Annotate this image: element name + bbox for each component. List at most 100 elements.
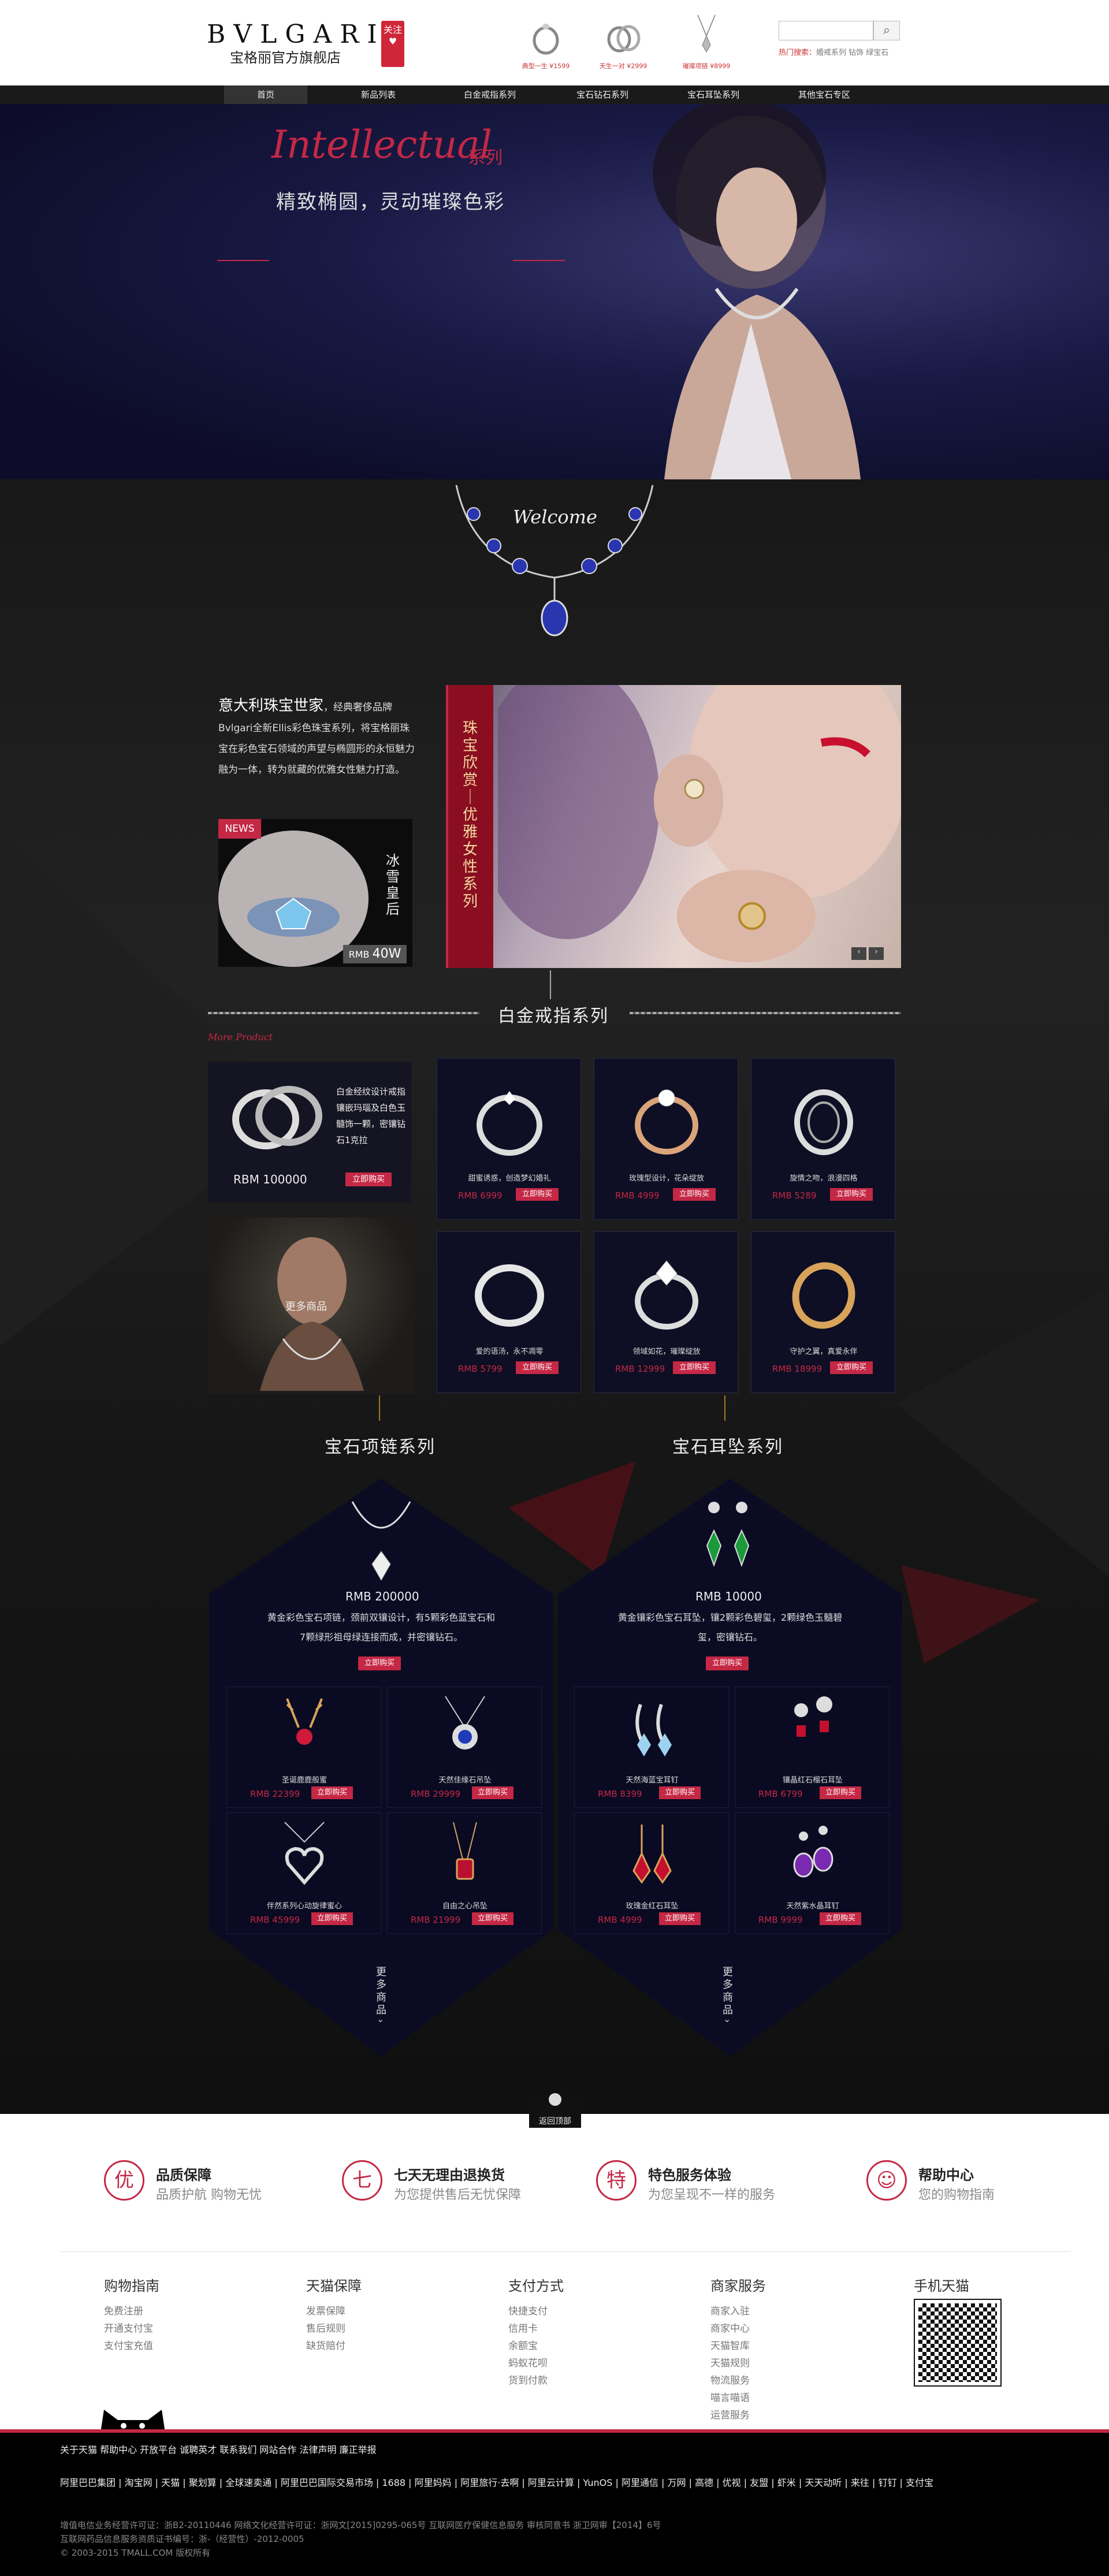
ring-card[interactable]: 旋情之吻，浪漫四格 RMB 5289 立即购买 (751, 1058, 895, 1220)
hero-series-word: 系列 (468, 148, 503, 168)
follow-label: 关注 (383, 24, 402, 35)
necklace-card[interactable]: 自由之心吊坠 RMB 21999 立即购买 (387, 1812, 542, 1934)
ring-buy-button[interactable]: 立即购买 (673, 1361, 716, 1374)
earring-card[interactable]: 镶晶红石榴石耳坠 RMB 6799 立即购买 (735, 1687, 890, 1808)
ring-buy-button[interactable]: 立即购买 (830, 1188, 873, 1201)
more-goods-link[interactable]: 更多商品 (285, 1298, 327, 1313)
footer-link[interactable]: 快捷支付 (508, 2303, 647, 2320)
footer-link[interactable]: 支付宝充值 (104, 2337, 243, 2355)
search-input[interactable] (779, 21, 873, 40)
chevron-down-icon[interactable]: ⌄ (377, 2013, 384, 2024)
search-button[interactable]: ⌕ (873, 21, 900, 40)
necklace-buy-button[interactable]: 立即购买 (472, 1786, 513, 1799)
footer-link[interactable]: 发票保障 (306, 2303, 445, 2320)
model-silhouette (653, 104, 861, 479)
header-product-2[interactable]: 天生一对 ¥2999 (597, 13, 649, 70)
nav-gem-diamond[interactable]: 宝石钻石系列 (559, 85, 646, 104)
nav-other-gems[interactable]: 其他宝石专区 (781, 85, 868, 104)
ring-card[interactable]: 爱的语汤，永不凋零 RMB 5799 立即购买 (437, 1231, 581, 1393)
necklace-desc: 天然佳缘石吊坠 (438, 1776, 492, 1785)
footer-link[interactable]: 商家入驻 (710, 2303, 849, 2320)
earring-card[interactable]: 天然紫水晶耳钉 RMB 9999 立即购买 (735, 1812, 890, 1934)
ring-buy-button[interactable]: 立即购买 (830, 1361, 873, 1374)
ring-section-title: 白金戒指系列 (498, 1006, 609, 1026)
footer-link[interactable]: 天猫规则 (710, 2355, 849, 2372)
earring-feature-buy-button[interactable]: 立即购买 (706, 1656, 749, 1670)
footer-links[interactable]: 关于天猫 帮助中心 开放平台 诚聘英才 联系我们 网站合作 法律声明 廉正举报 (60, 2442, 377, 2456)
footer-link[interactable]: 货到付款 (508, 2372, 647, 2389)
nav-platinum-rings[interactable]: 白金戒指系列 (446, 85, 533, 104)
header-product-3[interactable]: 璀璨项链 ¥8999 (680, 13, 732, 70)
footer-licenses: 增值电信业务经营许可证：浙B2-20110446 网络文化经营许可证：浙网文[2… (60, 2518, 661, 2560)
qr-code[interactable] (914, 2299, 1002, 2387)
nav-home[interactable]: 首页 (224, 85, 307, 104)
earring-buy-button[interactable]: 立即购买 (659, 1912, 701, 1925)
footer-link[interactable]: 喵言喵语 (710, 2389, 849, 2407)
pendant-image (453, 1822, 477, 1880)
footer-link[interactable]: 运营服务 (710, 2407, 849, 2424)
necklace-card[interactable]: 圣诞鹿鹿般蜜 RMB 22399 立即购买 (226, 1687, 381, 1808)
necklace-buy-button[interactable]: 立即购买 (311, 1912, 353, 1925)
footer-link[interactable]: 天猫智库 (710, 2337, 849, 2355)
footer-partners[interactable]: 阿里巴巴集团 | 淘宝网 | 天猫 | 聚划算 | 全球速卖通 | 阿里巴巴国际… (60, 2474, 1077, 2492)
hero-banner[interactable] (0, 104, 1109, 479)
news-tag: NEWS (218, 819, 261, 839)
ring-desc: 甜蜜诱惑，创造梦幻婚礼 (468, 1174, 551, 1183)
footer-link[interactable]: 信用卡 (508, 2320, 647, 2337)
header: BVLGARI 宝格丽官方旗舰店 关注 ♥ 典型一生 ¥1599 天生一对 ¥2… (0, 0, 1109, 85)
footer-link[interactable]: 缺货赔付 (306, 2337, 445, 2355)
necklace-buy-button[interactable]: 立即购买 (311, 1786, 353, 1799)
ring-card[interactable]: 守护之翼，真爱永伴 RMB 18999 立即购买 (751, 1231, 895, 1393)
necklace-more-link[interactable]: 更多商品 (374, 1966, 388, 2017)
ring-feature-buy-button[interactable]: 立即购买 (345, 1172, 392, 1186)
ring-card[interactable]: 玫瑰型设计，花朵绽放 RMB 4999 立即购买 (594, 1058, 738, 1220)
brand-logo[interactable]: BVLGARI (207, 20, 385, 49)
footer-link[interactable]: 售后规则 (306, 2320, 445, 2337)
earring-buy-button[interactable]: 立即购买 (820, 1786, 861, 1799)
earring-desc: 玫瑰金红石耳坠 (626, 1902, 679, 1911)
footer-link[interactable]: 物流服务 (710, 2372, 849, 2389)
necklace-buy-button[interactable]: 立即购买 (472, 1912, 513, 1925)
footer-link[interactable]: 余额宝 (508, 2337, 647, 2355)
ring-card[interactable]: 领域如花，璀璨绽放 RMB 12999 立即购买 (594, 1231, 738, 1393)
earring-buy-button[interactable]: 立即购买 (659, 1786, 701, 1799)
guarantee-quality[interactable]: 优 品质保障 品质护航 购物无忧 (104, 2160, 300, 2218)
diamond-icon (549, 2093, 561, 2106)
necklace-card[interactable]: 伴然系列心动旋律蜜心 RMB 45999 立即购买 (226, 1812, 381, 1934)
footer-link[interactable]: 商家中心 (710, 2320, 849, 2337)
guarantee-help[interactable]: ☺ 帮助中心 您的购物指南 (866, 2160, 1057, 2218)
ring-buy-button[interactable]: 立即购买 (673, 1188, 716, 1201)
ring-card[interactable]: 甜蜜诱惑，创造梦幻婚礼 RMB 6999 立即购买 (437, 1058, 581, 1220)
feature-strip-text: 珠宝欣赏｜优雅女性系列 (462, 720, 478, 910)
earring-price: RMB 4999 (598, 1915, 642, 1925)
nav-gem-earrings[interactable]: 宝石耳坠系列 (670, 85, 757, 104)
earring-buy-button[interactable]: 立即购买 (820, 1912, 861, 1925)
earring-card[interactable]: 玫瑰金红石耳坠 RMB 4999 立即购买 (574, 1812, 729, 1934)
earring-desc: 镶晶红石榴石耳坠 (782, 1776, 843, 1785)
ring-buy-button[interactable]: 立即购买 (516, 1361, 559, 1374)
guarantee-title: 帮助中心 (918, 2167, 974, 2183)
store-name[interactable]: 宝格丽官方旗舰店 (230, 46, 341, 66)
nav-new[interactable]: 新品列表 (335, 85, 422, 104)
guarantee-returns[interactable]: 七 七天无理由退换货 为您提供售后无忧保障 (342, 2160, 561, 2218)
ring-buy-button[interactable]: 立即购买 (516, 1188, 559, 1201)
chevron-down-icon[interactable]: ⌄ (723, 2013, 731, 2024)
follow-button[interactable]: 关注 ♥ (381, 21, 404, 67)
heart-icon: ♥ (388, 36, 397, 47)
necklace-card[interactable]: 天然佳缘石吊坠 RMB 29999 立即购买 (387, 1687, 542, 1808)
slider-prev-icon[interactable]: ‹ (851, 947, 866, 960)
footer-link[interactable]: 开通支付宝 (104, 2320, 243, 2337)
necklace-price: RMB 21999 (411, 1915, 461, 1925)
feature-photo[interactable]: ‹ › (446, 685, 901, 968)
footer-link[interactable]: 免费注册 (104, 2303, 243, 2320)
necklace-feature-buy-button[interactable]: 立即购买 (358, 1656, 401, 1670)
slider-next-icon[interactable]: › (869, 947, 884, 960)
earring-card[interactable]: 天然海蓝宝耳钉 RMB 8399 立即购买 (574, 1687, 729, 1808)
footer-link[interactable]: 蚂蚁花呗 (508, 2355, 647, 2372)
ring-desc: 领域如花，璀璨绽放 (632, 1347, 701, 1356)
hot-terms[interactable]: 婚戒系列 钻饰 绿宝石 (816, 49, 888, 57)
earring-more-link[interactable]: 更多商品 (721, 1966, 735, 2017)
header-product-1[interactable]: 典型一生 ¥1599 (520, 13, 572, 70)
chain-pendant-icon (550, 970, 559, 999)
guarantee-service[interactable]: 特 特色服务体验 为您呈现不一样的服务 (596, 2160, 816, 2218)
